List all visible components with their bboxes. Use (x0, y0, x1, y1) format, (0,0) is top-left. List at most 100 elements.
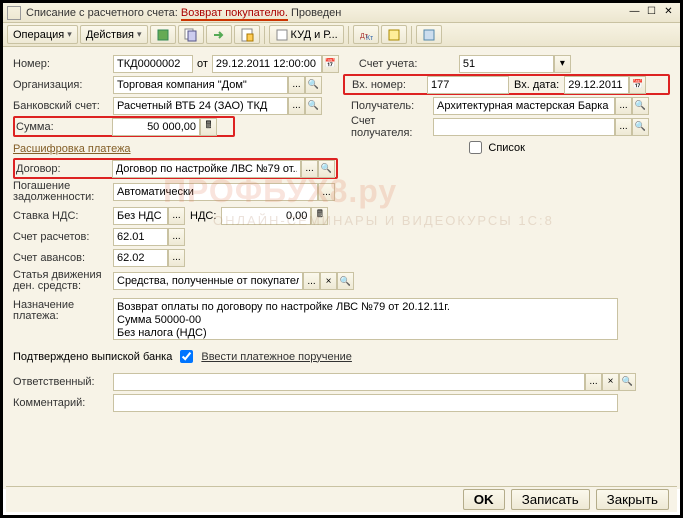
sum-field[interactable] (112, 118, 200, 136)
maximize-button[interactable]: ☐ (644, 6, 659, 19)
contract-field[interactable] (112, 160, 301, 178)
org-label: Организация: (13, 79, 113, 91)
org-field[interactable] (113, 76, 288, 94)
recipacc-label: Счет получателя: (351, 115, 433, 139)
responsible-label: Ответственный: (13, 376, 113, 388)
bankacc-select-icon[interactable] (288, 97, 305, 115)
payment-line3: Без налога (НДС) (117, 327, 614, 340)
actions-label: Действия (86, 29, 134, 41)
enter-pp-link[interactable]: Ввести платежное поручение (201, 351, 352, 363)
title-status: Проведен (291, 7, 341, 19)
info-button[interactable] (416, 25, 442, 44)
list-checkbox[interactable] (469, 141, 482, 154)
list-label: Список (488, 142, 525, 154)
svg-text:Кт: Кт (366, 35, 373, 42)
post-button[interactable] (150, 25, 176, 44)
innum-field[interactable] (427, 76, 509, 94)
bankacc-label: Банковский счет: (13, 100, 113, 112)
calendar-icon[interactable] (322, 55, 339, 73)
recipacc-select-icon[interactable] (615, 118, 632, 136)
contract-search-icon[interactable] (318, 160, 335, 178)
minimize-button[interactable]: — (627, 6, 642, 19)
dditem-field[interactable] (113, 272, 303, 290)
calcacc-label: Счет расчетов: (13, 231, 113, 243)
operation-menu[interactable]: Операция▾ (7, 25, 78, 44)
calc-icon[interactable]: 🖩 (200, 118, 217, 136)
purpose-label: Назначение платежа: (13, 298, 113, 340)
payment-purpose-field[interactable]: Возврат оплаты по договору по настройке … (113, 298, 618, 340)
dditem-search-icon[interactable] (337, 272, 354, 290)
account-field[interactable] (459, 55, 554, 73)
advacc-field[interactable] (113, 249, 168, 267)
dt-button[interactable]: ДтКт (353, 25, 379, 44)
write-button[interactable]: Записать (511, 489, 590, 510)
vat-calc-icon[interactable]: 🖩 (311, 207, 328, 225)
titlebar: Списание с расчетного счета: Возврат пок… (3, 3, 680, 23)
confirmed-checkbox[interactable] (180, 350, 193, 363)
calcacc-field[interactable] (113, 228, 168, 246)
responsible-field[interactable] (113, 373, 585, 391)
recipient-field[interactable] (433, 97, 615, 115)
recipient-search-icon[interactable] (632, 97, 649, 115)
responsible-search-icon[interactable] (619, 373, 636, 391)
dditem-clear-icon[interactable] (320, 272, 337, 290)
calcacc-select-icon[interactable] (168, 228, 185, 246)
operation-label: Операция (13, 29, 64, 41)
dditem-select-icon[interactable] (303, 272, 320, 290)
repay-select-icon[interactable] (318, 183, 335, 201)
close-button[interactable]: ✕ (661, 6, 676, 19)
window-buttons: — ☐ ✕ (627, 6, 676, 19)
dditem-label: Статья движения ден. средств: (13, 270, 113, 292)
responsible-clear-icon[interactable] (602, 373, 619, 391)
advacc-select-icon[interactable] (168, 249, 185, 267)
contract-label: Договор: (16, 163, 112, 175)
vatrate-select-icon[interactable] (168, 207, 185, 225)
org-search-icon[interactable] (305, 76, 322, 94)
account-dd-icon[interactable]: ▾ (554, 55, 571, 73)
close-form-button[interactable]: Закрыть (596, 489, 669, 510)
responsible-select-icon[interactable] (585, 373, 602, 391)
goto-button[interactable] (206, 25, 232, 44)
payment-section: Расшифровка платежа (13, 143, 131, 155)
account-label: Счет учета: (359, 58, 459, 70)
recipacc-field[interactable] (433, 118, 615, 136)
org-select-icon[interactable] (288, 76, 305, 94)
recipacc-search-icon[interactable] (632, 118, 649, 136)
form-body: Номер: от Счет учета: ▾ Организация: Бан… (3, 47, 680, 489)
confirmed-label: Подтверждено выпиской банка (13, 351, 172, 363)
payment-line2: Сумма 50000-00 (117, 314, 614, 327)
vatrate-label: Ставка НДС: (13, 210, 113, 222)
sum-label: Сумма: (16, 121, 112, 133)
title-doctype: Возврат покупателю. (181, 7, 288, 21)
indate-label: Вх. дата: (514, 79, 559, 91)
bottom-bar: OK Записать Закрыть (6, 486, 677, 512)
comment-field[interactable] (113, 394, 618, 412)
contract-select-icon[interactable] (301, 160, 318, 178)
bankacc-field[interactable] (113, 97, 288, 115)
copy-button[interactable] (178, 25, 204, 44)
from-label: от (197, 58, 208, 70)
repay-label: Погашение задолженности: (13, 181, 113, 203)
number-label: Номер: (13, 58, 113, 70)
innum-label: Вх. номер: (352, 79, 427, 91)
vatrate-field[interactable] (113, 207, 168, 225)
number-field[interactable] (113, 55, 193, 73)
kudir-button[interactable]: КУД и Р... (269, 25, 344, 44)
date-field[interactable] (212, 55, 322, 73)
window-title: Списание с расчетного счета: Возврат пок… (26, 7, 627, 19)
recipient-label: Получатель: (351, 100, 433, 112)
actions-menu[interactable]: Действия▾ (80, 25, 148, 44)
indate-field[interactable] (564, 76, 629, 94)
repay-field[interactable] (113, 183, 318, 201)
vat-field[interactable] (221, 207, 311, 225)
bankacc-search-icon[interactable] (305, 97, 322, 115)
kudir-label: КУД и Р... (291, 29, 338, 41)
indate-cal-icon[interactable] (629, 76, 646, 94)
report-button[interactable] (234, 25, 260, 44)
toolbar: Операция▾ Действия▾ КУД и Р... ДтКт (3, 23, 680, 47)
payment-line1: Возврат оплаты по договору по настройке … (117, 301, 614, 314)
advacc-label: Счет авансов: (13, 252, 113, 264)
list-button[interactable] (381, 25, 407, 44)
ok-button[interactable]: OK (463, 489, 505, 510)
recipient-select-icon[interactable] (615, 97, 632, 115)
